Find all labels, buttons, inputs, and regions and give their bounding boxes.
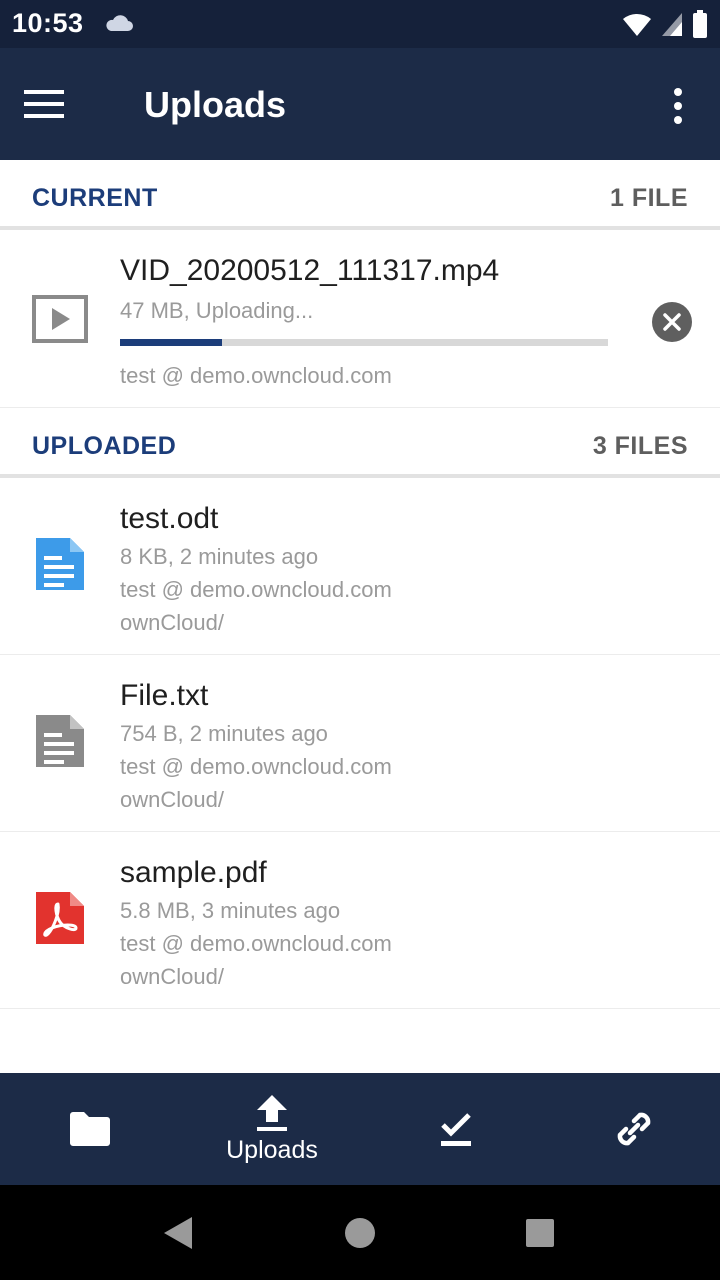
current-section-title: CURRENT [32,184,158,212]
system-recents-button[interactable] [516,1209,564,1257]
file-name: test.odt [120,502,219,535]
bottom-navigation: Uploads [0,1073,720,1185]
account-name: test @ demo.owncloud.com [120,754,392,779]
file-path: ownCloud/ [120,787,224,812]
account-name: test @ demo.owncloud.com [120,931,392,956]
uploaded-item[interactable]: test.odt 8 KB, 2 minutes ago test @ demo… [0,478,720,655]
account-name: test @ demo.owncloud.com [120,363,392,388]
status-icons [622,10,708,38]
video-file-icon [32,295,88,343]
nav-uploads[interactable]: Uploads [182,1073,362,1185]
upload-status: 47 MB, Uploading... [120,298,314,323]
status-bar: 10:53 [0,0,720,48]
upload-progress-fill [120,339,223,346]
file-path: ownCloud/ [120,610,224,635]
folder-icon [70,1112,110,1146]
uploaded-section-title: UPLOADED [32,432,177,460]
system-home-button[interactable] [336,1209,384,1257]
current-section-header: CURRENT 1 FILE [0,160,720,230]
signal-icon [662,13,682,36]
file-info: 8 KB, 2 minutes ago [120,544,319,569]
more-vert-icon [674,88,682,124]
home-icon [345,1218,375,1248]
current-upload-item[interactable]: VID_20200512_111317.mp4 47 MB, Uploading… [0,230,720,408]
status-time: 10:53 [12,8,84,38]
upload-progress-bar [120,339,608,346]
nav-files[interactable] [0,1073,180,1185]
account-name: test @ demo.owncloud.com [120,577,392,602]
document-icon [36,538,84,590]
more-options-button[interactable] [658,78,698,134]
shared-link-icon [617,1112,651,1146]
available-offline-icon [441,1113,471,1146]
nav-uploads-label: Uploads [226,1135,318,1164]
close-icon [663,313,681,331]
file-path: ownCloud/ [120,964,224,989]
uploaded-item[interactable]: File.txt 754 B, 2 minutes ago test @ dem… [0,655,720,832]
nav-available-offline[interactable] [366,1073,546,1185]
page-title: Uploads [144,84,287,125]
wifi-icon [623,13,651,37]
recents-icon [526,1219,554,1247]
file-name: File.txt [120,679,209,712]
cancel-upload-button[interactable] [652,302,692,342]
cloud-icon [106,15,133,31]
battery-icon [693,10,707,38]
uploaded-file-count: 3 FILES [592,432,688,460]
pdf-icon [36,892,84,944]
file-name: sample.pdf [120,856,267,889]
menu-button[interactable] [24,76,88,132]
upload-icon [257,1094,287,1131]
file-name: VID_20200512_111317.mp4 [120,254,500,287]
text-file-icon [36,715,84,767]
uploaded-item[interactable]: sample.pdf 5.8 MB, 3 minutes ago test @ … [0,832,720,1009]
nav-shared-links[interactable] [544,1073,720,1185]
menu-icon [24,90,64,118]
back-icon [164,1217,192,1249]
app-bar: Uploads [0,48,720,160]
system-navigation-bar [0,1185,720,1280]
system-back-button[interactable] [154,1209,202,1257]
file-info: 754 B, 2 minutes ago [120,721,328,746]
file-info: 5.8 MB, 3 minutes ago [120,898,341,923]
current-file-count: 1 FILE [609,184,688,212]
uploaded-section-header: UPLOADED 3 FILES [0,408,720,478]
